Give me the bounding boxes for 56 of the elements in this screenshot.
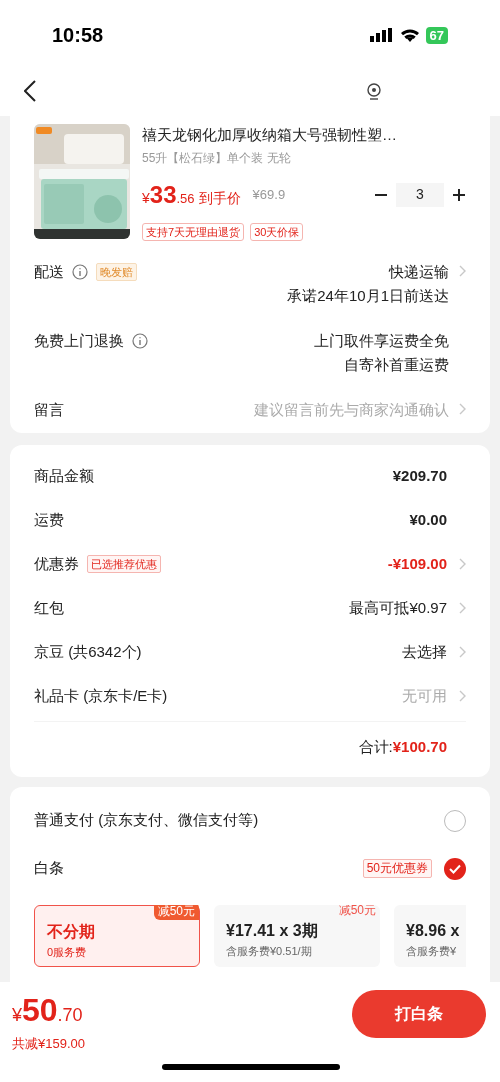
location-icon[interactable] [366,83,382,101]
product-title[interactable]: 禧天龙钢化加厚收纳箱大号强韧性塑… [142,124,466,147]
row-label: 优惠券 [34,553,79,574]
row-value: 上门取件享运费全免 [314,330,449,351]
row-label: 京豆 (共6342个) [34,641,142,662]
battery-level: 67 [425,26,448,44]
discount-label: 减50元 [337,904,377,919]
total-amount: 合计:¥100.70 [358,737,447,757]
row-value: 快递运输 [389,261,449,282]
row-value[interactable]: ¥209.70 [392,464,447,488]
total-saving: 共减¥159.00 [12,1035,85,1053]
row-label: 免费上门退换 [34,330,124,351]
signal-icon [369,28,394,42]
installment-plan[interactable]: 减50元 ¥17.41 x 3期 含服务费¥0.51/期 [214,904,380,967]
plan-title: 不分期 [47,921,96,942]
coupon-badge: 已选推荐优惠 [87,555,161,573]
payment-option-label: 普通支付 (京东支付、微信支付等) [34,810,259,831]
row-label: 红包 [34,597,64,618]
original-price: ¥69.9 [252,185,286,204]
row-value[interactable]: ¥0.00 [409,508,447,532]
service-tag: 30天价保 [250,222,304,241]
final-price: ¥33.56 到手价 [142,179,241,210]
quantity-field[interactable]: 3 [396,182,444,207]
row-label: 运费 [34,509,64,530]
radio-button[interactable] [444,857,466,880]
plan-fee: 0服务费 [47,944,88,960]
check-icon [449,863,461,874]
row-label: 配送 [34,261,64,282]
installment-plan[interactable]: ¥8.96 x 含服务费¥ [394,904,466,967]
info-icon[interactable] [132,332,148,349]
wifi-icon [399,28,420,42]
row-value: 建议留言前先与商家沟通确认 [254,399,449,420]
row-label: 礼品卡 (京东卡/E卡) [34,685,168,706]
plan-fee: 含服务费¥0.51/期 [226,943,313,959]
payment-option-label: 白条 [34,858,64,879]
coupon-badge: 50元优惠券 [362,859,432,878]
status-time: 10:58 [52,23,104,48]
plus-icon[interactable] [452,187,466,202]
late-compensation-badge: 晚发赔 [96,262,137,281]
row-value: 自寄补首重运费 [344,355,449,375]
pay-amount: ¥50.70 [12,991,84,1030]
row-value: 承诺24年10月1日前送达 [287,286,449,306]
row-value[interactable]: 去选择 [402,640,447,664]
row-label: 商品金额 [34,465,94,486]
pay-button[interactable]: 打白条 [352,990,486,1038]
discount-badge: 减50元 [153,904,199,920]
row-label: 留言 [34,399,64,420]
row-value[interactable]: -¥109.00 [387,552,447,576]
row-value[interactable]: 最高可抵¥0.97 [349,596,447,620]
back-icon[interactable] [24,80,36,102]
installment-plan[interactable]: 减50元 不分期 0服务费 [34,904,200,967]
plan-fee: 含服务费¥ [406,943,458,959]
info-icon[interactable] [72,263,88,280]
plan-title: ¥17.41 x 3期 [226,920,319,941]
service-tag: 支持7天无理由退货 [142,222,245,241]
plan-title: ¥8.96 x [406,920,461,941]
